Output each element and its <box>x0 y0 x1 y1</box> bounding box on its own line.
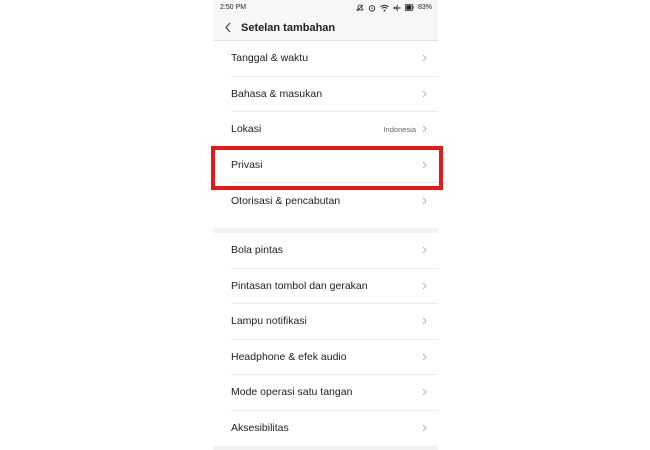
settings-item-label: Lampu notifikasi <box>231 315 307 328</box>
settings-item-pintasan-tombol[interactable]: Pintasan tombol dan gerakan <box>231 269 438 304</box>
settings-item-tanggal-waktu[interactable]: Tanggal & waktu <box>231 41 438 77</box>
chevron-right-icon <box>422 317 427 325</box>
settings-item-label: Pintasan tombol dan gerakan <box>231 279 368 292</box>
status-time: 2:50 PM <box>220 4 247 11</box>
chevron-right-icon <box>422 388 427 396</box>
settings-item-label: Otorisasi & pencabutan <box>231 194 341 207</box>
alarm-icon <box>368 4 376 12</box>
settings-item-bola-pintas[interactable]: Bola pintas <box>231 233 438 269</box>
settings-item-label: Bahasa & masukan <box>231 87 323 100</box>
settings-item-value: Indonesia <box>383 124 416 134</box>
settings-item-headphone-efek-audio[interactable]: Headphone & efek audio <box>231 340 438 375</box>
settings-item-label: Bola pintas <box>231 244 283 257</box>
chevron-right-icon <box>422 54 427 62</box>
status-icons: 83% <box>356 4 438 12</box>
status-bar: 2:50 PM 83% <box>213 0 438 15</box>
settings-item-label: Lokasi <box>231 123 262 136</box>
page-title: Setelan tambahan <box>241 21 336 34</box>
bell-off-icon <box>356 4 364 12</box>
settings-item-aksesibilitas[interactable]: Aksesibilitas <box>231 411 438 447</box>
chevron-left-icon <box>225 22 231 33</box>
battery-percent: 83% <box>417 4 432 11</box>
settings-item-mode-satu-tangan[interactable]: Mode operasi satu tangan <box>231 375 438 411</box>
wifi-icon <box>380 4 389 12</box>
battery-icon <box>405 4 414 11</box>
settings-section-2: Bola pintas Pintasan tombol dan gerakan … <box>213 233 438 446</box>
settings-item-bahasa-masukan[interactable]: Bahasa & masukan <box>231 77 438 112</box>
chevron-right-icon <box>422 197 427 205</box>
highlight-box-privasi <box>211 146 443 190</box>
chevron-right-icon <box>422 90 427 98</box>
section-divider-bottom <box>213 446 438 450</box>
airplane-icon <box>393 4 401 12</box>
settings-item-lampu-notifikasi[interactable]: Lampu notifikasi <box>231 304 438 340</box>
back-button[interactable] <box>215 15 241 40</box>
app-header: Setelan tambahan <box>213 15 438 41</box>
settings-section-1: Tanggal & waktu Bahasa & masukan Lokasi … <box>213 41 438 219</box>
settings-item-label: Mode operasi satu tangan <box>231 386 353 399</box>
chevron-right-icon <box>422 246 427 254</box>
settings-item-lokasi[interactable]: Lokasi Indonesia <box>231 112 438 148</box>
chevron-right-icon <box>422 282 427 290</box>
phone-screen: 2:50 PM 83% Setelan tambahan Tanggal & w… <box>213 0 438 450</box>
chevron-right-icon <box>422 424 427 432</box>
settings-item-label: Aksesibilitas <box>231 422 289 435</box>
settings-item-label: Tanggal & waktu <box>231 52 309 65</box>
chevron-right-icon <box>422 125 427 133</box>
settings-item-label: Headphone & efek audio <box>231 350 347 363</box>
chevron-right-icon <box>422 353 427 361</box>
